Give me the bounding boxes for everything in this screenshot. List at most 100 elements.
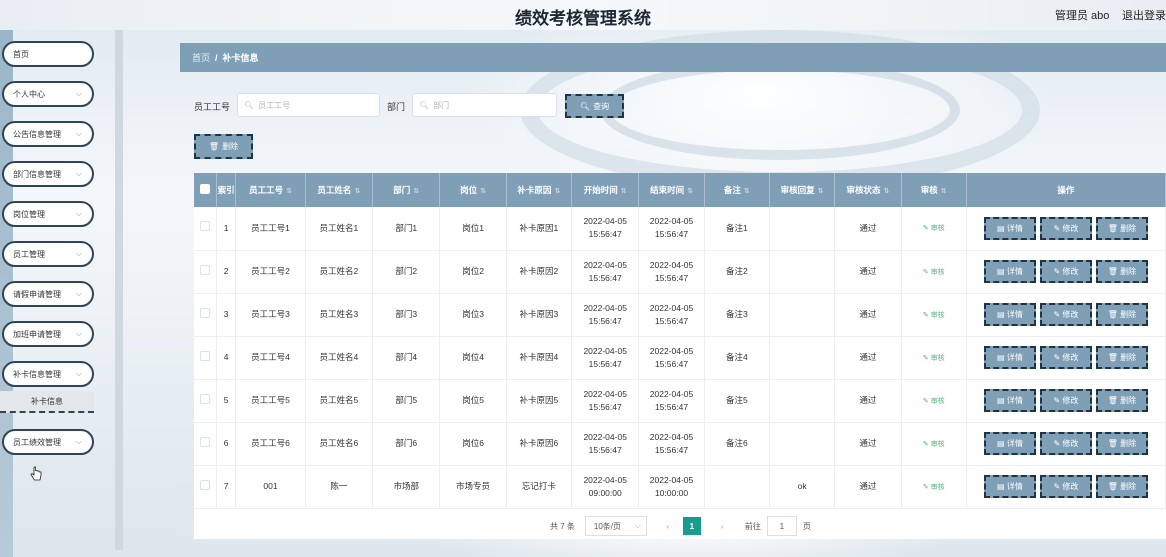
column-header[interactable]: 岗位 ⇅ [439,173,507,207]
batch-delete-button[interactable]: 🗑︎ 删除 [194,134,253,159]
cell-name: 员工姓名1 [305,207,374,251]
sort-icon[interactable]: ⇅ [687,188,693,195]
row-select-cell[interactable] [194,250,217,294]
column-header[interactable]: 备注 ⇅ [704,173,770,207]
delete-button[interactable]: 🗑︎ 删除 [1095,260,1148,283]
sort-icon[interactable]: ⇅ [941,188,947,195]
row-select-cell[interactable] [194,379,217,423]
audit-link[interactable]: ✎ 审核 [923,312,945,319]
sidebar-item-employee[interactable]: 员工管理 ⌵ [2,241,94,267]
column-header[interactable]: 员工工号 ⇅ [235,173,306,207]
audit-link[interactable]: ✎ 审核 [923,225,945,232]
detail-button[interactable]: ▤ 详情 [983,260,1036,283]
sort-icon[interactable]: ⇅ [744,188,750,195]
chevron-down-icon: ⌵ [75,169,82,178]
page-size-select[interactable]: 10条/页 ⌵ [584,516,647,536]
detail-button[interactable]: ▤ 详情 [983,389,1036,412]
breadcrumb-home[interactable]: 首页 [192,51,210,64]
sidebar-item-home[interactable]: 首页 [2,41,94,67]
sidebar-item-overtime[interactable]: 加班申请管理 ⌵ [2,321,94,347]
detail-button[interactable]: ▤ 详情 [983,475,1036,498]
edit-button[interactable]: ✎ 修改 [1039,475,1092,498]
delete-button[interactable]: 🗑︎ 删除 [1095,389,1148,412]
sort-icon[interactable]: ⇅ [413,188,419,195]
cell-name: 员工姓名4 [305,336,374,380]
edit-button[interactable]: ✎ 修改 [1039,303,1092,326]
detail-button[interactable]: ▤ 详情 [983,432,1036,455]
cell-emp-no: 员工工号4 [235,336,306,380]
detail-button[interactable]: ▤ 详情 [983,303,1036,326]
column-header[interactable]: 开始时间 ⇅ [571,173,640,207]
sidebar-item-personal-center[interactable]: 个人中心 ⌵ [2,81,94,107]
sidebar-item-performance[interactable]: 员工绩效管理 ⌵ [2,429,94,455]
sidebar-item-card-supplement[interactable]: 补卡信息管理 ⌵ [2,361,94,387]
sort-icon[interactable]: ⇅ [818,188,824,195]
delete-button[interactable]: 🗑︎ 删除 [1095,432,1148,455]
column-header[interactable]: 补卡原因 ⇅ [506,173,573,207]
select-all-cell[interactable] [194,173,217,207]
delete-button[interactable]: 🗑︎ 删除 [1095,216,1148,240]
cell-start-time: 2022-04-05 15:56:47 [571,250,640,294]
query-button[interactable]: 🔍︎ 查询 [565,94,624,118]
cell-post: 岗位6 [439,422,507,466]
goto-page-input[interactable]: 1 [766,516,797,536]
cell-start-time: 2022-04-05 15:56:47 [571,379,640,423]
prev-page-button[interactable]: ‹ [659,522,677,531]
sidebar-item-post[interactable]: 岗位管理 ⌵ [2,201,94,227]
sort-icon[interactable]: ⇅ [621,188,627,195]
delete-button[interactable]: 🗑︎ 删除 [1095,475,1148,498]
audit-link[interactable]: ✎ 审核 [923,398,945,405]
detail-button[interactable]: ▤ 详情 [983,346,1036,369]
column-header: 索引 [216,173,237,207]
row-select-cell[interactable] [194,336,217,380]
edit-button[interactable]: ✎ 修改 [1039,432,1092,455]
row-checkbox[interactable] [199,307,210,318]
column-header[interactable]: 审核状态 ⇅ [834,173,902,207]
detail-button[interactable]: ▤ 详情 [983,216,1036,240]
cell-status: 通过 [834,336,902,380]
delete-button[interactable]: 🗑︎ 删除 [1095,346,1148,369]
row-select-cell[interactable] [194,465,217,509]
column-header[interactable]: 结束时间 ⇅ [638,173,705,207]
column-header[interactable]: 审核回复 ⇅ [769,173,836,207]
audit-link[interactable]: ✎ 审核 [923,484,945,491]
row-checkbox[interactable] [199,393,210,404]
column-header[interactable]: 员工姓名 ⇅ [305,173,374,207]
sort-icon[interactable]: ⇅ [354,188,360,195]
sidebar-item-department[interactable]: 部门信息管理 ⌵ [2,161,94,187]
audit-link[interactable]: ✎ 审核 [923,269,945,276]
submenu-item-card-info[interactable]: 补卡信息 [0,391,94,413]
row-checkbox[interactable] [199,264,210,275]
dept-input[interactable]: 🔍︎ 部门 [412,93,557,117]
cell-emp-no: 001 [235,465,306,509]
sidebar-item-label: 个人中心 [13,89,45,99]
sort-icon[interactable]: ⇅ [480,188,486,195]
row-select-cell[interactable] [194,293,217,337]
column-header[interactable]: 部门 ⇅ [372,173,441,207]
delete-button[interactable]: 🗑︎ 删除 [1095,303,1148,326]
row-checkbox[interactable] [199,436,210,447]
audit-link[interactable]: ✎ 审核 [923,441,945,448]
sort-icon[interactable]: ⇅ [286,188,292,195]
sidebar-item-notice[interactable]: 公告信息管理 ⌵ [2,121,94,147]
logout-link[interactable]: 退出登录 [1122,7,1166,23]
edit-button[interactable]: ✎ 修改 [1039,260,1092,283]
trash-icon: 🗑︎ [1107,396,1118,405]
column-header[interactable]: 审核 ⇅ [901,173,967,207]
row-select-cell[interactable] [194,422,217,466]
edit-button[interactable]: ✎ 修改 [1039,389,1092,412]
next-page-button[interactable]: › [713,522,731,531]
row-checkbox[interactable] [199,350,210,361]
sort-icon[interactable]: ⇅ [554,188,560,195]
row-checkbox[interactable] [199,221,210,232]
select-all-checkbox[interactable] [199,184,210,194]
sort-icon[interactable]: ⇅ [883,188,889,195]
audit-link[interactable]: ✎ 审核 [923,355,945,362]
row-select-cell[interactable] [194,207,217,251]
edit-button[interactable]: ✎ 修改 [1039,216,1092,240]
sidebar-item-leave[interactable]: 请假申请管理 ⌵ [2,281,94,307]
page-number-current[interactable]: 1 [682,517,701,535]
emp-no-input[interactable]: 🔍︎ 员工工号 [237,93,380,117]
row-checkbox[interactable] [199,479,210,490]
edit-button[interactable]: ✎ 修改 [1039,346,1092,369]
